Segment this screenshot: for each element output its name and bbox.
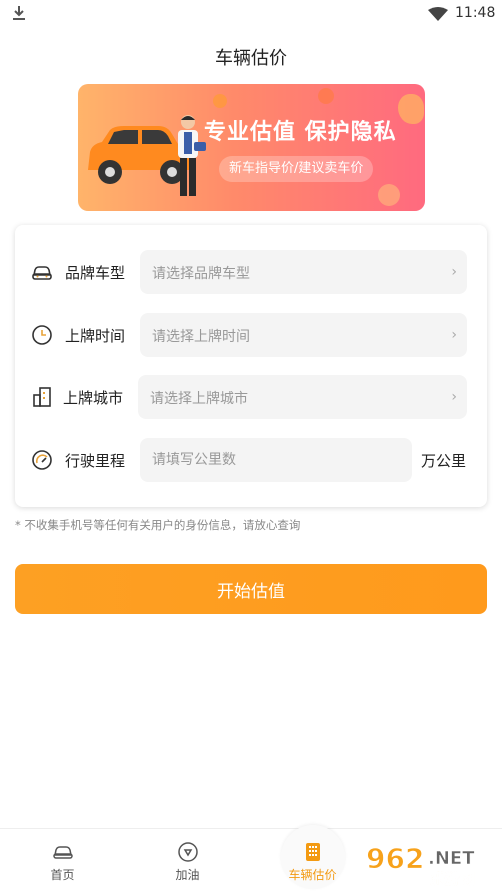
status-bar: 11:48 <box>0 0 502 28</box>
building-icon <box>33 387 51 407</box>
clock-icon <box>32 325 52 345</box>
tab-home-label: 首页 <box>50 868 75 882</box>
registration-date-placeholder: 请选择上牌时间 <box>152 329 250 345</box>
fuel-icon <box>177 842 198 862</box>
mileage-label: 行驶里程 <box>65 452 126 470</box>
registration-city-row[interactable]: 上牌城市 请选择上牌城市 › <box>15 375 487 419</box>
registration-city-placeholder: 请选择上牌城市 <box>150 391 248 407</box>
banner-headline: 专业估值 保护隐私 <box>204 120 397 145</box>
decoration <box>213 94 227 108</box>
mileage-row[interactable]: 行驶里程 万公里 <box>15 438 487 482</box>
registration-city-label: 上牌城市 <box>63 389 124 407</box>
tab-valuation-label: 车辆估价 <box>288 868 337 882</box>
site-watermark-logo: 962 .NET 乐游网 <box>366 842 476 889</box>
mileage-unit: 万公里 <box>421 452 467 470</box>
brand-model-placeholder: 请选择品牌车型 <box>152 266 250 282</box>
calculator-icon <box>305 843 320 861</box>
valuation-form: 品牌车型 请选择品牌车型 › 上牌时间 请选择上牌时间 › 上牌城市 请选择上牌… <box>15 225 487 507</box>
tab-home[interactable]: 首页 <box>0 829 125 892</box>
tab-valuation[interactable]: 车辆估价 <box>250 825 375 892</box>
brand-model-label: 品牌车型 <box>65 264 126 282</box>
brand-model-row[interactable]: 品牌车型 请选择品牌车型 › <box>15 250 487 294</box>
tab-fuel-label: 加油 <box>175 868 200 882</box>
registration-city-select[interactable]: 请选择上牌城市 › <box>138 375 467 419</box>
chevron-right-icon: › <box>451 389 457 405</box>
tab-fuel[interactable]: 加油 <box>125 829 250 892</box>
wifi-icon <box>428 7 448 21</box>
page-title: 车辆估价 <box>215 48 287 69</box>
svg-text:962: 962 <box>366 842 424 875</box>
speedometer-icon <box>32 450 52 470</box>
chevron-right-icon: › <box>451 327 457 343</box>
download-icon <box>13 6 25 20</box>
car-icon <box>52 846 73 859</box>
registration-date-select[interactable]: 请选择上牌时间 › <box>140 313 467 357</box>
banner-subline: 新车指导价/建议卖车价 <box>219 156 374 182</box>
registration-date-label: 上牌时间 <box>65 327 126 345</box>
person-illustration <box>178 115 206 196</box>
promo-banner[interactable]: 专业估值 保护隐私 新车指导价/建议卖车价 <box>78 84 425 211</box>
brand-model-select[interactable]: 请选择品牌车型 › <box>140 250 467 294</box>
start-valuation-button[interactable]: 开始估值 <box>15 564 487 614</box>
svg-text:乐游网: 乐游网 <box>430 870 475 888</box>
decoration <box>378 184 400 206</box>
svg-text:.NET: .NET <box>428 848 475 869</box>
car-icon <box>32 266 52 280</box>
registration-date-row[interactable]: 上牌时间 请选择上牌时间 › <box>15 313 487 357</box>
status-time: 11:48 <box>455 5 496 21</box>
decoration <box>398 94 424 124</box>
mileage-input[interactable] <box>140 438 412 482</box>
decoration <box>318 88 334 104</box>
chevron-right-icon: › <box>451 264 457 280</box>
privacy-notice: * 不收集手机号等任何有关用户的身份信息，请放心查询 <box>15 518 301 532</box>
